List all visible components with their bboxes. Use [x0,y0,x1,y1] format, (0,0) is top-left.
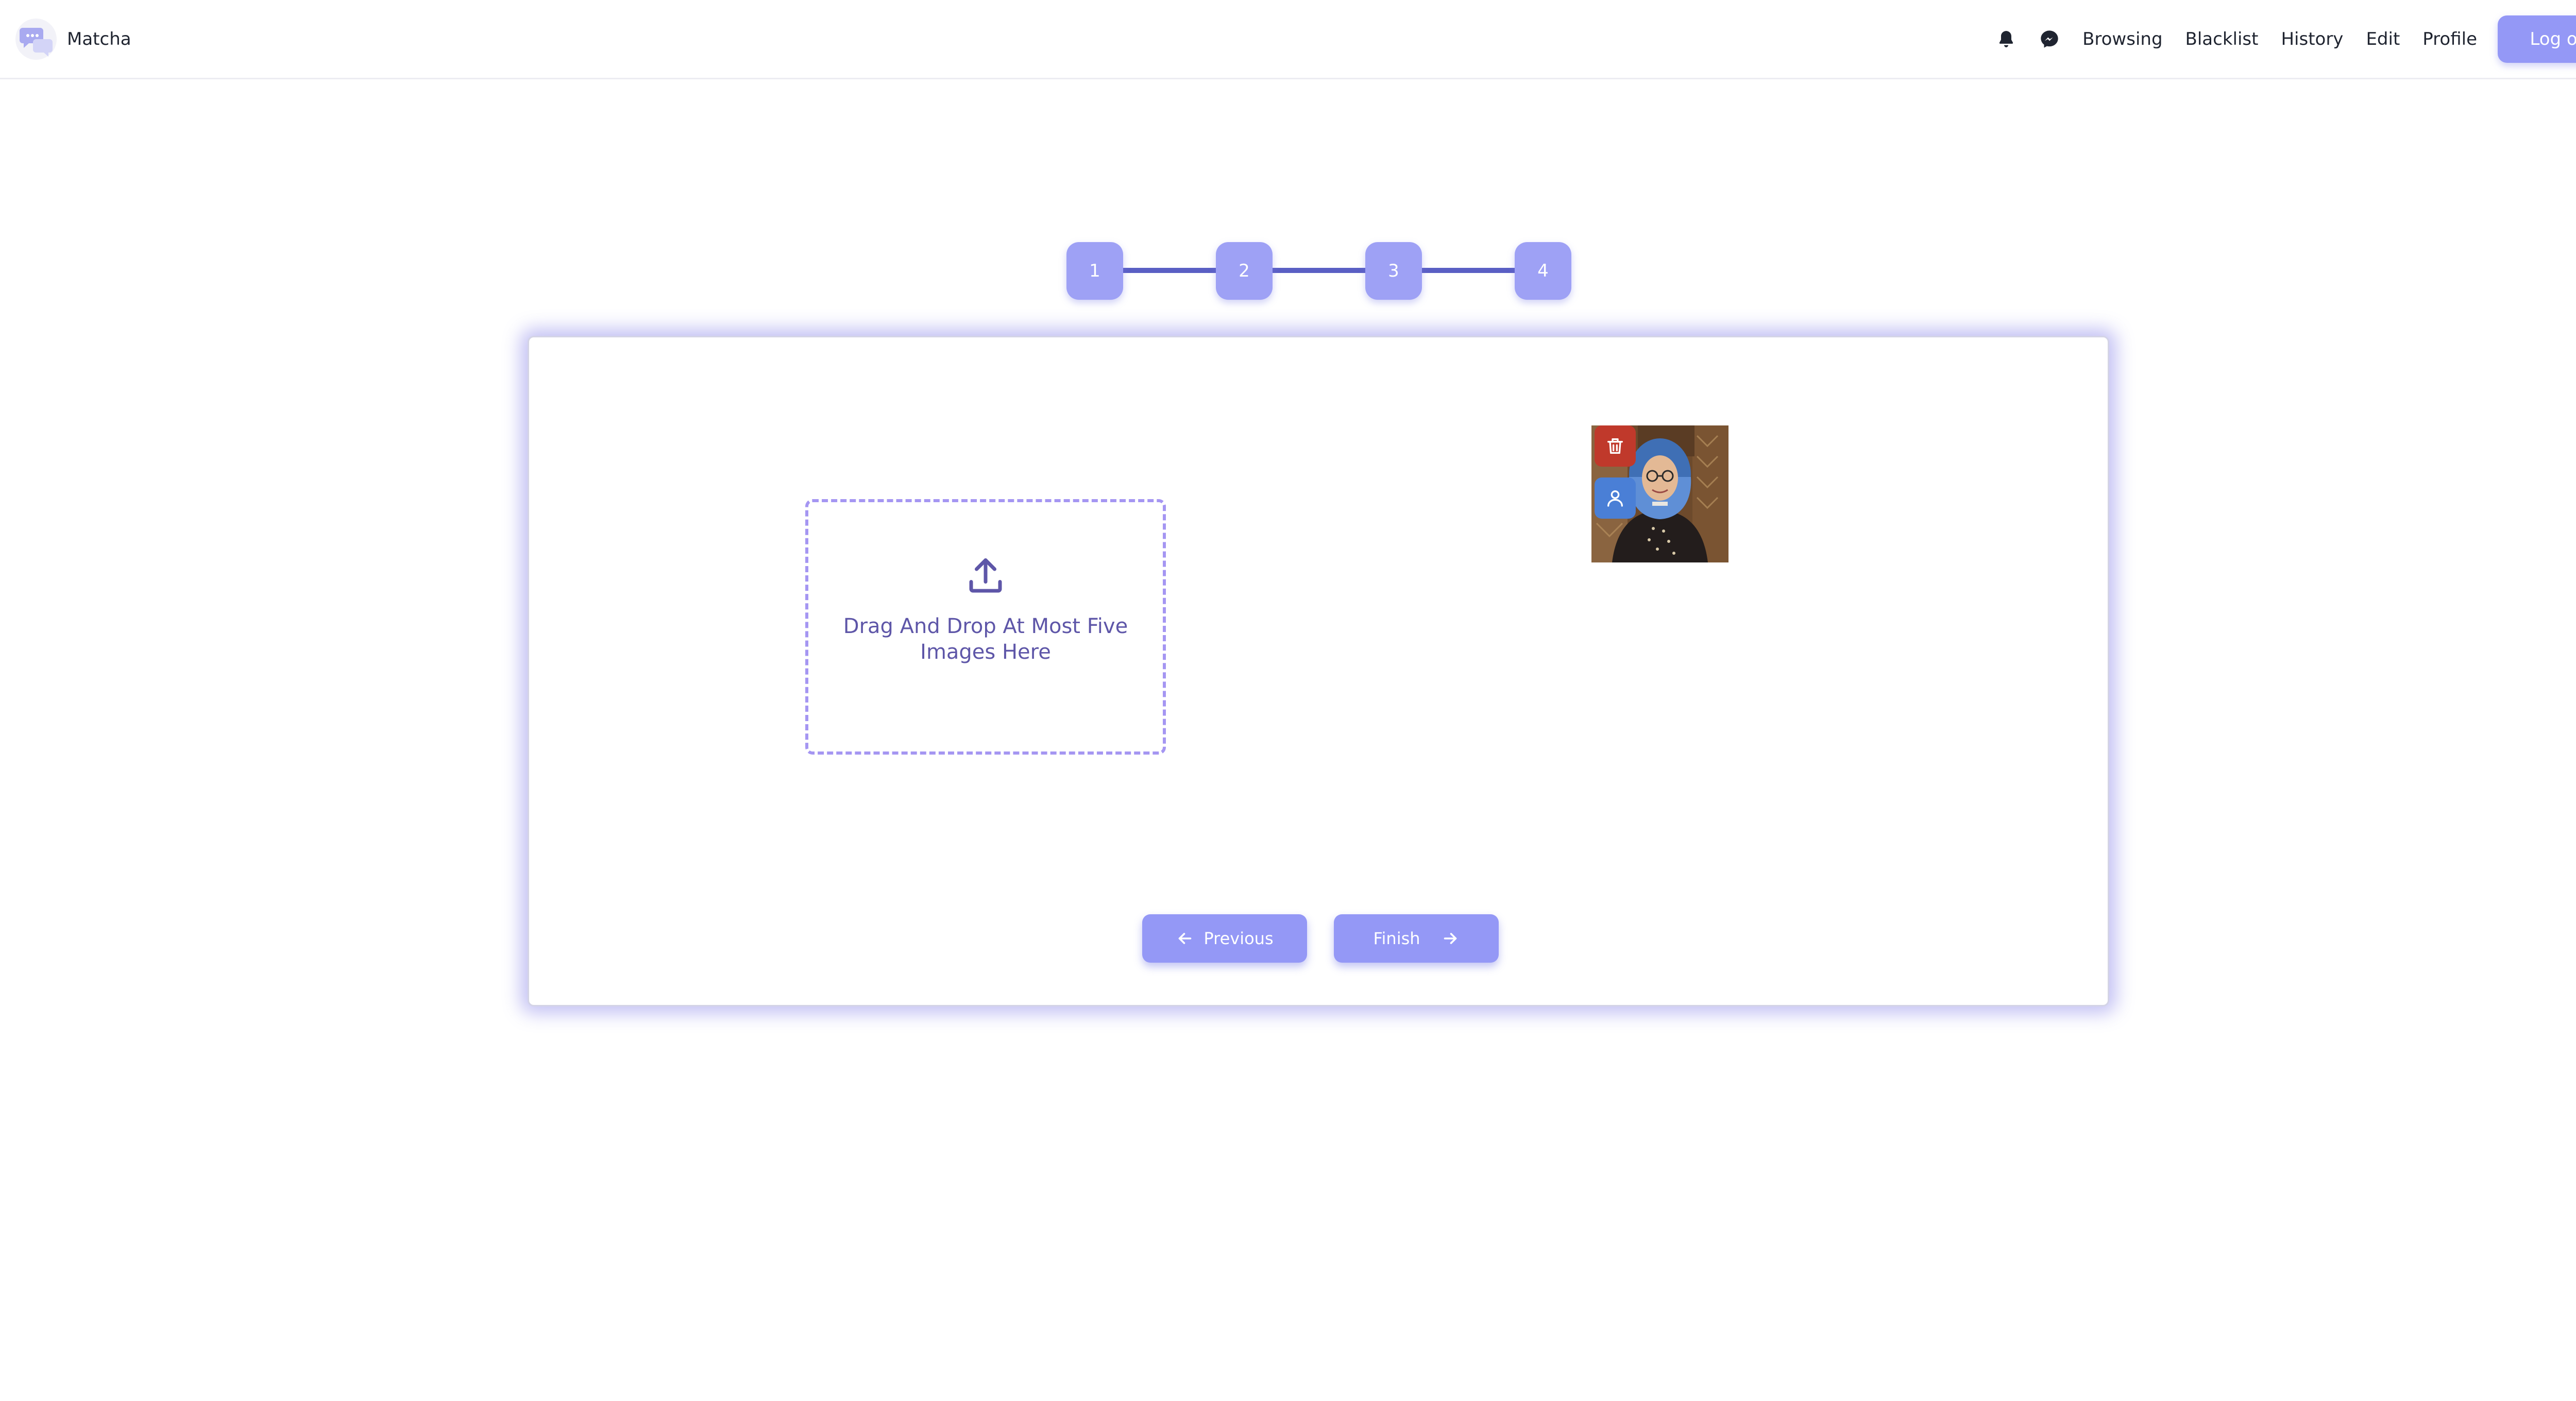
step-1[interactable]: 1 [1066,242,1123,300]
image-upload-card: Drag And Drop At Most Five Images Here P… [528,336,2109,1006]
bell-icon[interactable] [1996,29,2016,49]
step-3[interactable]: 3 [1365,242,1422,300]
brand[interactable]: Matcha [15,19,131,60]
nav-link-browsing[interactable]: Browsing [2082,29,2162,49]
step-progress: 1 2 3 4 [1066,242,1571,300]
nav-link-history[interactable]: History [2281,29,2343,49]
messenger-icon[interactable] [2039,29,2060,49]
finish-label: Finish [1373,929,1420,948]
delete-image-button[interactable] [1595,425,1636,467]
trash-icon [1607,438,1623,454]
main-nav: Browsing Blacklist History Edit Profile … [1996,15,2576,63]
step-connector [1422,268,1515,273]
dropzone-text: Drag And Drop At Most Five Images Here [843,614,1128,664]
set-profile-picture-button[interactable] [1595,477,1636,519]
user-icon [1607,490,1623,507]
step-connector [1123,268,1216,273]
brand-name: Matcha [67,29,131,49]
nav-link-profile[interactable]: Profile [2422,29,2477,49]
step-connector [1273,268,1365,273]
step-4[interactable]: 4 [1515,242,1571,300]
upload-icon [969,558,1002,593]
nav-link-edit[interactable]: Edit [2366,29,2400,49]
logout-button[interactable]: Log out [2498,15,2576,63]
image-dropzone[interactable]: Drag And Drop At Most Five Images Here [805,499,1166,755]
previous-label: Previous [1204,929,1274,948]
finish-button[interactable]: Finish [1334,914,1499,963]
previous-button[interactable]: Previous [1142,914,1307,963]
arrow-right-icon [1444,933,1456,944]
nav-link-blacklist[interactable]: Blacklist [2185,29,2259,49]
step-2[interactable]: 2 [1216,242,1273,300]
top-nav-bar: Matcha Browsing Blacklist History Edit P… [0,0,2576,79]
arrow-left-icon [1179,933,1192,944]
chat-bubbles-logo-icon [15,19,57,60]
